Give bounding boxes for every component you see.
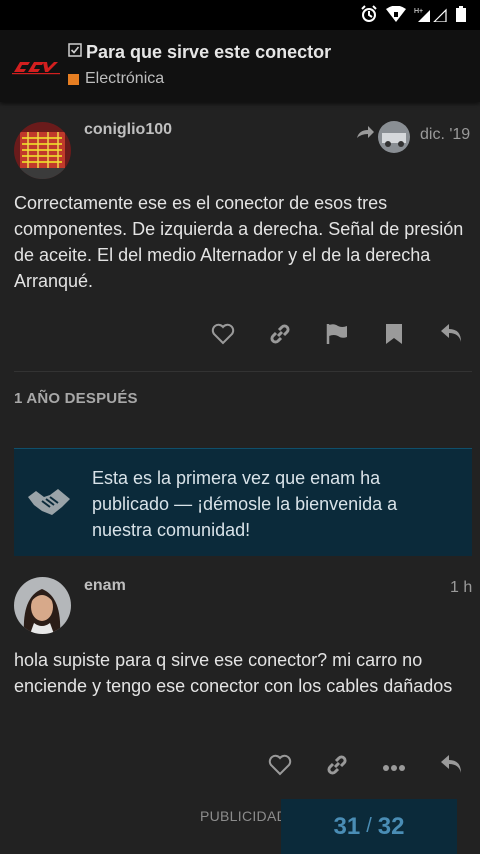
post-actions: [194, 322, 479, 351]
post-body: hola supiste para q sirve ese conector? …: [14, 650, 453, 696]
reply-to-icon[interactable]: [355, 124, 375, 147]
reply-icon: [439, 324, 463, 349]
reply-button[interactable]: [422, 324, 479, 349]
topic-title[interactable]: Para que sirve este conector: [86, 42, 331, 63]
flag-icon: [325, 322, 349, 351]
time-gap-notice: 1 AÑO DESPUÉS: [14, 390, 138, 407]
avatar[interactable]: [14, 122, 71, 179]
heart-icon: [268, 754, 292, 781]
avatar[interactable]: [14, 577, 71, 634]
wifi-icon: [386, 6, 406, 22]
topic-progress-button[interactable]: 31 / 32: [281, 799, 457, 854]
ad-label: PUBLICIDAD: [200, 808, 288, 824]
post-date[interactable]: 1 h: [450, 579, 472, 597]
reply-to-avatar[interactable]: [378, 121, 410, 153]
handshake-icon: [28, 487, 70, 522]
like-button[interactable]: [251, 754, 308, 781]
link-icon: [268, 322, 292, 351]
post-username[interactable]: enam: [84, 577, 126, 595]
flag-button[interactable]: [308, 322, 365, 351]
heart-icon: [211, 323, 235, 350]
signal-icon: H+: [414, 6, 448, 22]
progress-total: 32: [377, 812, 405, 840]
progress-separator: /: [366, 815, 372, 837]
like-button[interactable]: [194, 323, 251, 350]
status-bar: H+: [0, 0, 480, 30]
reply-icon: [439, 755, 463, 780]
more-icon: [382, 759, 406, 777]
reply-button[interactable]: [422, 755, 479, 780]
category-label: Electrónica: [85, 70, 165, 87]
svg-text:H+: H+: [414, 8, 423, 15]
post-date[interactable]: dic. '19: [420, 126, 470, 144]
site-logo[interactable]: [12, 58, 60, 76]
battery-icon: [456, 6, 466, 22]
category-badge[interactable]: Electrónica: [68, 70, 164, 88]
alarm-icon: [360, 5, 378, 23]
more-actions-button[interactable]: [365, 759, 422, 777]
progress-current: 31: [333, 812, 361, 840]
bookmark-icon: [385, 323, 403, 350]
link-icon: [325, 753, 349, 782]
first-post-notice-text: Esta es la primera vez que enam ha publi…: [92, 468, 398, 540]
solved-checkbox-icon: [68, 43, 82, 62]
share-link-button[interactable]: [251, 322, 308, 351]
post-username[interactable]: coniglio100: [84, 121, 172, 139]
post-body: Correctamente ese es el conector de esos…: [14, 193, 464, 291]
first-post-notice: Esta es la primera vez que enam ha publi…: [14, 448, 472, 556]
share-link-button[interactable]: [308, 753, 365, 782]
post-divider: [14, 371, 472, 372]
bookmark-button[interactable]: [365, 323, 422, 350]
category-color-square: [68, 73, 79, 85]
post-actions: [251, 753, 479, 782]
topic-header: Para que sirve este conector Electrónica: [0, 30, 480, 102]
